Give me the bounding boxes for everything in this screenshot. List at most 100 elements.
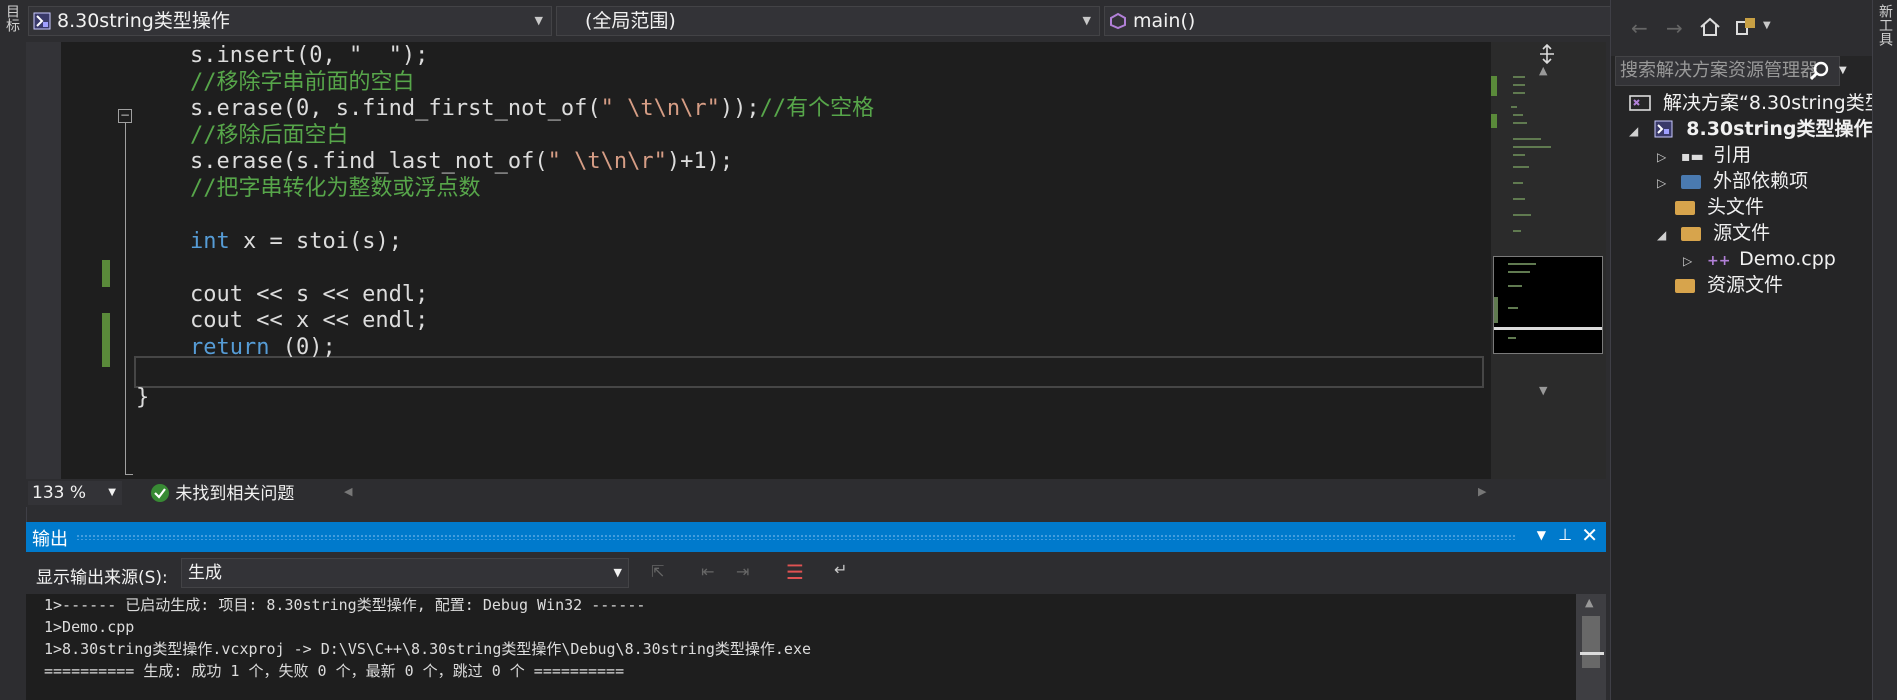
scroll-up-icon[interactable]: ▲: [1539, 64, 1547, 77]
go-to-message-icon[interactable]: ⇱: [651, 562, 664, 581]
scroll-down-icon[interactable]: ▼: [1539, 384, 1547, 397]
output-source-label: 显示输出来源(S):: [36, 568, 168, 588]
navigation-bar: 8.30string类型操作 ▼ (全局范围) ▼ main() ▼: [26, 0, 1630, 42]
minimap-change-marker: [1494, 297, 1498, 323]
scroll-right-icon[interactable]: ▶: [1478, 485, 1486, 498]
right-tool-strip[interactable]: 新工具: [1872, 0, 1897, 700]
output-line: 1>8.30string类型操作.vcxproj -> D:\VS\C++\8.…: [44, 640, 812, 658]
code-token: " \t\n\r": [547, 149, 667, 174]
minimap-line: [1513, 154, 1525, 156]
minimap-line: [1513, 84, 1525, 86]
minimap-line: [1513, 146, 1551, 148]
collapsed-arrow-icon[interactable]: ▷: [1683, 248, 1701, 274]
code-token: //把字串转化为整数或浮点数: [190, 175, 481, 201]
minimap-line: [1508, 337, 1516, 339]
tree-item-external-deps[interactable]: ▷ 外部依赖项: [1657, 168, 1808, 194]
expanded-arrow-icon[interactable]: ◢: [1629, 118, 1647, 144]
forward-icon[interactable]: →: [1666, 16, 1683, 40]
member-dropdown[interactable]: main() ▼: [1104, 6, 1630, 36]
code-token: //移除后面空白: [190, 122, 349, 148]
next-message-icon[interactable]: ⇥: [736, 562, 749, 581]
output-line: 1>------ 已启动生成: 项目: 8.30string类型操作, 配置: …: [44, 596, 646, 614]
solution-search-input[interactable]: 搜索解决方案资源管理器: [1615, 56, 1840, 86]
tree-item-label: 源文件: [1713, 222, 1771, 244]
project-dropdown-value: 8.30string类型操作: [57, 10, 230, 32]
tree-item-header-files[interactable]: 头文件: [1675, 194, 1764, 220]
scope-dropdown[interactable]: (全局范围) ▼: [556, 6, 1100, 36]
close-icon[interactable]: ✕: [1581, 523, 1598, 547]
member-dropdown-value: main(): [1133, 10, 1196, 32]
output-title: 输出: [32, 529, 68, 550]
change-marker: [102, 313, 110, 367]
editor-minimap[interactable]: ▲ ▼: [1491, 42, 1606, 479]
search-icon[interactable]: [1809, 61, 1829, 81]
chevron-down-icon: ▼: [534, 14, 543, 27]
collapsed-arrow-icon[interactable]: ▷: [1657, 170, 1675, 196]
chevron-down-icon: ▼: [613, 566, 622, 579]
tree-item-label: 引用: [1713, 144, 1752, 166]
chevron-down-icon: ▼: [108, 487, 116, 498]
left-strip-label[interactable]: 目标: [2, 4, 22, 32]
code-token: cout << x << endl;: [190, 308, 429, 333]
minimap-line: [1513, 166, 1529, 168]
chevron-down-icon[interactable]: ▼: [1763, 20, 1771, 31]
tree-item-resource-files[interactable]: 资源文件: [1675, 272, 1783, 298]
output-title-bar[interactable]: 输出 ▼ ⊥ ✕: [26, 522, 1606, 552]
scroll-left-icon[interactable]: ◀: [344, 485, 352, 498]
tree-item-project[interactable]: ◢ 8.30string类型操作: [1629, 116, 1873, 142]
scrollbar-thumb[interactable]: [1582, 616, 1600, 668]
clear-all-icon[interactable]: ☰: [786, 560, 804, 584]
minimap-viewport[interactable]: [1493, 256, 1603, 354]
zoom-dropdown[interactable]: 133 % ▼: [28, 481, 122, 505]
word-wrap-icon[interactable]: ↵: [834, 560, 847, 579]
chevron-down-icon[interactable]: ▼: [1839, 65, 1847, 76]
switch-views-icon[interactable]: [1735, 16, 1757, 38]
back-icon[interactable]: ←: [1631, 16, 1648, 40]
title-grip[interactable]: [76, 534, 1516, 540]
references-icon: ▪▬: [1681, 149, 1704, 165]
solution-explorer: ← → ▼ 搜索解决方案资源管理器 ▼ 解决方案“8.30string类型操作”…: [1610, 0, 1897, 700]
solution-explorer-toolbar: ← → ▼: [1611, 0, 1897, 56]
issues-indicator[interactable]: 未找到相关问题: [150, 482, 294, 506]
tree-item-source-files[interactable]: ◢ 源文件: [1657, 220, 1770, 246]
project-icon: [1654, 120, 1673, 138]
expanded-arrow-icon[interactable]: ◢: [1657, 222, 1675, 248]
output-line: ========== 生成: 成功 1 个，失败 0 个，最新 0 个，跳过 0…: [44, 662, 625, 680]
minimap-line: [1513, 92, 1525, 94]
minimap-line: [1513, 230, 1521, 232]
chevron-down-icon[interactable]: ▼: [1537, 528, 1546, 542]
right-strip-label[interactable]: 新工具: [1875, 4, 1895, 46]
previous-message-icon[interactable]: ⇤: [701, 562, 714, 581]
collapse-toggle[interactable]: −: [118, 109, 132, 123]
tree-item-references[interactable]: ▷ ▪▬ 引用: [1657, 142, 1751, 168]
home-icon[interactable]: [1699, 16, 1721, 38]
pin-icon[interactable]: ⊥: [1558, 525, 1572, 544]
tree-item-solution[interactable]: 解决方案“8.30string类型操作”: [1629, 90, 1897, 116]
code-line[interactable]: int x = stoi(s);: [190, 226, 402, 258]
code-token: s.erase(s.find_last_not_of(: [190, 149, 548, 174]
minimap-change-marker: [1491, 114, 1497, 128]
left-tool-strip[interactable]: 目标: [0, 0, 27, 700]
change-marker: [102, 260, 110, 287]
project-dropdown[interactable]: 8.30string类型操作 ▼: [28, 6, 552, 36]
code-line[interactable]: //把字串转化为整数或浮点数: [190, 173, 481, 205]
output-scrollbar[interactable]: ▲: [1576, 594, 1606, 700]
tree-item-label: 8.30string类型操作: [1686, 118, 1873, 140]
closing-brace: }: [136, 385, 150, 410]
code-editor[interactable]: − s.insert(0, " ");//移除字串前面的空白 s.erase(0,…: [26, 42, 1491, 479]
code-token: x = stoi(s);: [229, 228, 402, 254]
minimap-caret-line: [1494, 327, 1602, 330]
tree-item-demo-cpp[interactable]: ▷ ++ Demo.cpp: [1683, 246, 1836, 272]
code-token: //有个空格: [759, 96, 875, 121]
code-token: int: [190, 228, 230, 254]
collapsed-arrow-icon[interactable]: ▷: [1657, 144, 1675, 170]
minimap-line: [1511, 106, 1517, 108]
tree-item-label: 头文件: [1707, 196, 1765, 218]
output-text-area[interactable]: 1>------ 已启动生成: 项目: 8.30string类型操作, 配置: …: [26, 594, 1576, 700]
issues-text: 未找到相关问题: [175, 484, 295, 504]
scroll-up-icon[interactable]: ▲: [1585, 596, 1593, 609]
minimap-line: [1513, 114, 1523, 116]
split-handle-icon[interactable]: [1537, 44, 1557, 64]
code-line[interactable]: return (0);: [190, 332, 336, 364]
output-source-dropdown[interactable]: 生成 ▼: [181, 558, 629, 588]
